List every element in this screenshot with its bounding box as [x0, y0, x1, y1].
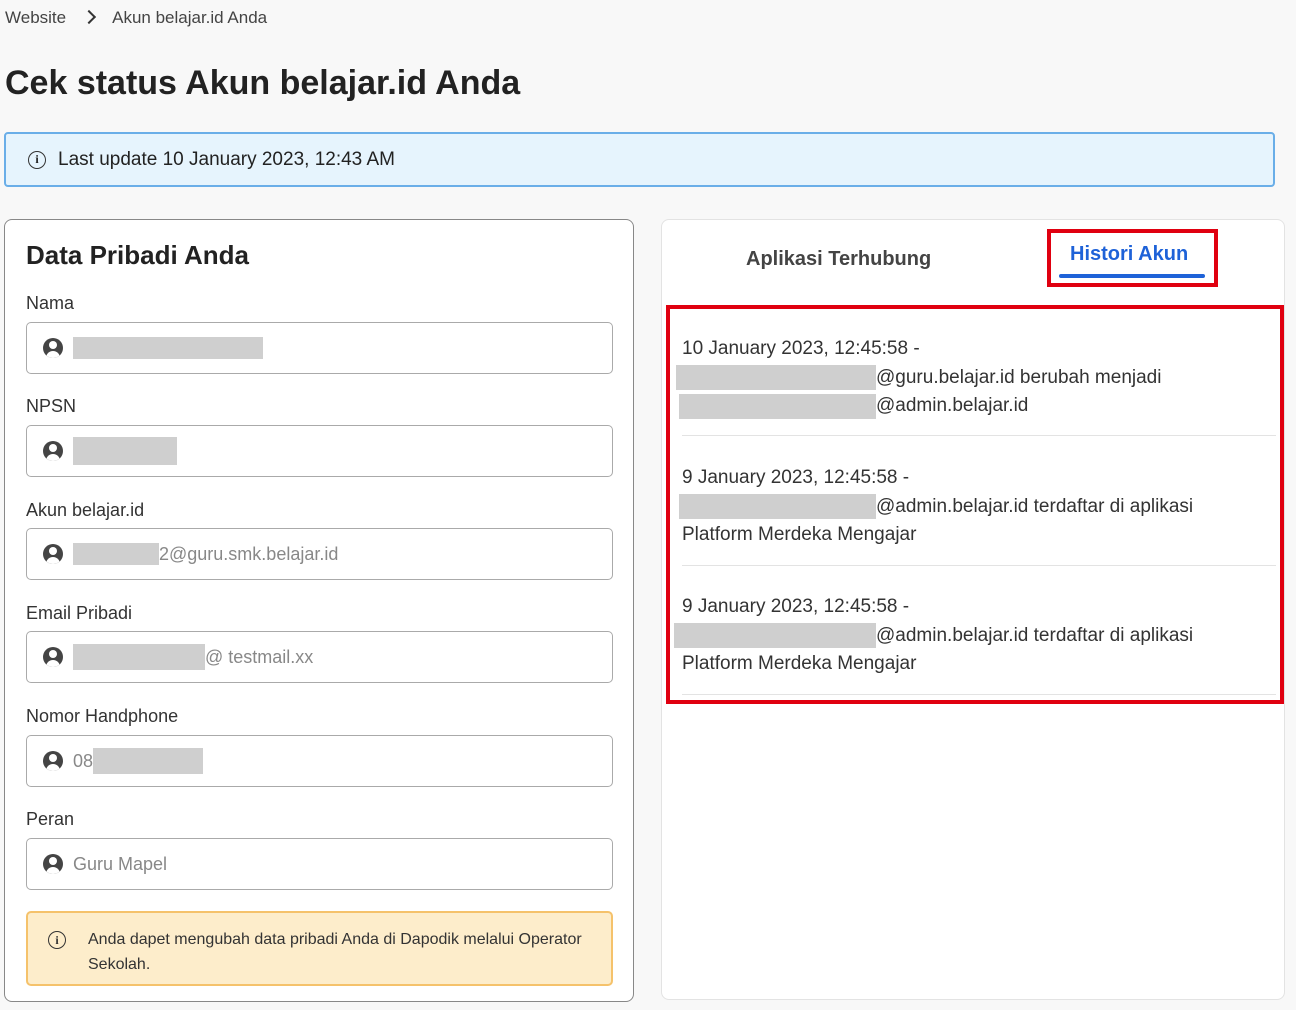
last-update-text: Last update 10 January 2023, 12:43 AM [58, 148, 395, 170]
highlight-box-tab [1047, 229, 1218, 287]
peran-label: Peran [26, 809, 75, 829]
redacted-value [73, 337, 263, 359]
user-icon [43, 544, 63, 564]
breadcrumb-item-website[interactable]: Website [5, 8, 66, 28]
nama-field[interactable] [26, 322, 613, 374]
breadcrumb-item-current: Akun belajar.id Anda [112, 8, 268, 27]
peran-value: Guru Mapel [73, 853, 168, 874]
notice-text: Anda dapet mengubah data pribadi Anda di… [88, 931, 582, 973]
tab-aplikasi-terhubung[interactable]: Aplikasi Terhubung [746, 248, 931, 271]
email-field[interactable]: @ testmail.xx [26, 631, 613, 683]
redacted-value [73, 644, 205, 670]
akun-value: 2@guru.smk.belajar.id [159, 543, 339, 564]
akun-label: Akun belajar.id [26, 500, 145, 520]
akun-field[interactable]: 2@guru.smk.belajar.id [26, 528, 613, 580]
user-icon [43, 751, 63, 771]
last-update-banner: i Last update 10 January 2023, 12:43 AM [4, 132, 1275, 187]
handphone-value: 08 [73, 750, 94, 771]
handphone-field[interactable]: 08 [26, 735, 613, 787]
handphone-label: Nomor Handphone [26, 706, 179, 726]
user-icon [43, 441, 63, 461]
user-icon [43, 854, 63, 874]
nama-label: Nama [26, 293, 75, 313]
personal-data-title: Data Pribadi Anda [26, 240, 249, 270]
chevron-right-icon [82, 9, 97, 25]
email-value: @ testmail.xx [205, 646, 314, 667]
redacted-value [73, 543, 159, 565]
user-icon [43, 338, 63, 358]
breadcrumb: Website Akun belajar.id Anda [5, 8, 267, 28]
personal-data-card: Data Pribadi Anda Nama NPSN Akun belajar… [4, 219, 634, 1002]
highlight-box-history [666, 305, 1284, 704]
peran-field[interactable]: Guru Mapel [26, 838, 613, 890]
user-icon [43, 647, 63, 667]
info-icon: i [48, 931, 66, 949]
npsn-label: NPSN [26, 396, 77, 416]
dapodik-notice: i Anda dapet mengubah data pribadi Anda … [26, 911, 613, 986]
account-tabs-card: Aplikasi Terhubung Histori Akun 10 Janua… [661, 219, 1285, 1000]
redacted-value [73, 437, 177, 465]
email-label: Email Pribadi [26, 603, 133, 623]
npsn-field[interactable] [26, 425, 613, 477]
page-title: Cek status Akun belajar.id Anda [5, 64, 521, 102]
redacted-value [93, 748, 204, 774]
info-icon: i [28, 150, 46, 169]
